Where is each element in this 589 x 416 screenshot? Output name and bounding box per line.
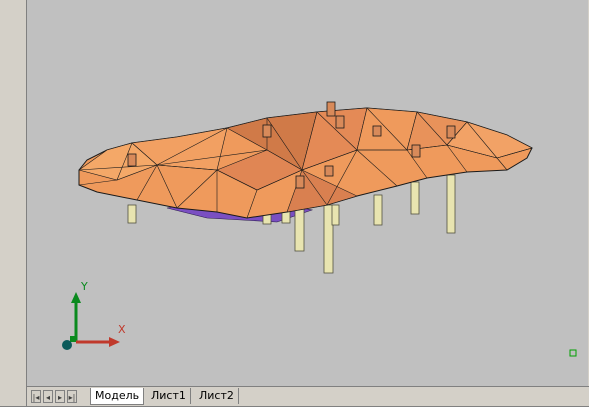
- left-toolbar-strip: [0, 0, 27, 415]
- pile: [446, 174, 456, 234]
- pile: [331, 204, 340, 226]
- 3d-model-drawing: Y X: [62, 101, 577, 357]
- pile: [127, 204, 137, 224]
- pile-cap: [324, 165, 334, 177]
- model-viewport[interactable]: Y X: [27, 0, 588, 386]
- tab-model-label: Модель: [95, 389, 140, 402]
- last-tab-button[interactable]: ▸|: [67, 390, 77, 403]
- pile-cap: [372, 125, 382, 137]
- tab-model[interactable]: Модель: [90, 388, 145, 405]
- pile: [294, 204, 305, 252]
- grip-marker: [569, 349, 577, 357]
- pile-cap: [411, 144, 421, 158]
- ucs-icon: Y X: [62, 280, 126, 350]
- pile-cap: [127, 153, 137, 167]
- ucs-y-label: Y: [80, 280, 88, 293]
- next-tab-button[interactable]: ▸: [55, 390, 65, 403]
- ucs-y-arrow: [71, 292, 81, 303]
- prev-tab-button[interactable]: ◂: [43, 390, 53, 403]
- pile: [410, 181, 420, 215]
- ucs-z-axis: [70, 336, 76, 342]
- pile-cap: [335, 115, 345, 129]
- ucs-origin: [62, 340, 72, 350]
- ucs-x-label: X: [118, 323, 126, 336]
- ucs-x-arrow: [109, 337, 120, 347]
- tab-sheet1-label: Лист1: [151, 389, 186, 402]
- tab-sheet1[interactable]: Лист1: [147, 388, 191, 404]
- pile-cap: [295, 175, 305, 189]
- pile-cap: [326, 101, 336, 117]
- tab-sheet2-label: Лист2: [199, 389, 234, 402]
- pile-cap: [446, 125, 456, 139]
- tab-sheet2[interactable]: Лист2: [195, 388, 239, 404]
- layout-tab-bar: |◂ ◂ ▸ ▸| Модель Лист1 Лист2: [27, 386, 589, 407]
- pile: [373, 194, 383, 226]
- first-tab-button[interactable]: |◂: [31, 390, 41, 403]
- pile-cap: [262, 124, 272, 138]
